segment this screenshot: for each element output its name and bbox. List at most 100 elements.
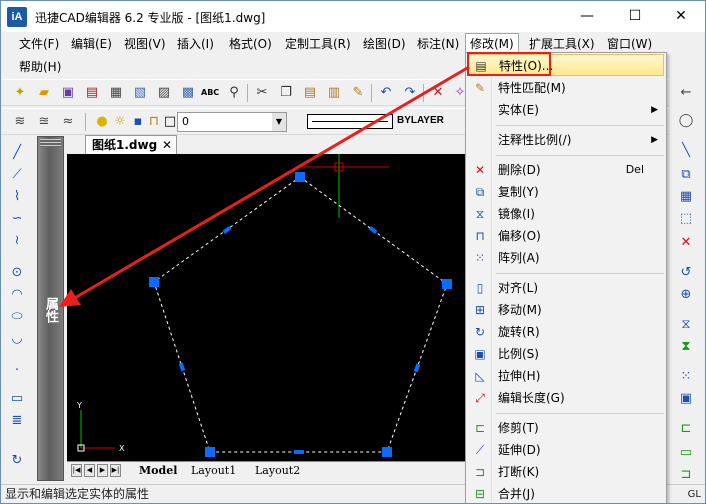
- midpoint-grip[interactable]: [222, 226, 232, 234]
- point-icon[interactable]: ·: [8, 362, 26, 380]
- menu-item-copy[interactable]: ⧉ 复制(Y): [468, 181, 664, 203]
- menu-format[interactable]: 格式(O): [225, 34, 276, 54]
- array-tool-icon[interactable]: ⁙: [677, 368, 695, 386]
- menu-modify[interactable]: 修改(M): [465, 33, 519, 53]
- break-tool-icon[interactable]: ⊐: [677, 466, 695, 484]
- menu-item-join[interactable]: ⊟ 合并(J): [468, 483, 664, 503]
- regen-icon[interactable]: ↻: [8, 452, 26, 470]
- spline-icon[interactable]: ∽: [8, 210, 26, 228]
- polyline-icon[interactable]: ⌇: [8, 188, 26, 206]
- last-tab-icon[interactable]: ▶|: [110, 464, 121, 477]
- menu-insert[interactable]: 插入(I): [173, 34, 218, 54]
- midpoint-grip[interactable]: [294, 450, 304, 454]
- redo-icon[interactable]: ↷: [401, 84, 419, 102]
- menu-item-annotative-scale[interactable]: 注释性比例(/) ▶: [468, 129, 664, 151]
- linetype-preview[interactable]: [307, 114, 393, 129]
- menu-item-rotate[interactable]: ↻ 旋转(R): [468, 321, 664, 343]
- menu-item-lengthen[interactable]: ⤢ 编辑长度(G): [468, 387, 664, 409]
- refresh-icon[interactable]: ◯: [677, 112, 695, 130]
- menu-help[interactable]: 帮助(H): [15, 57, 65, 77]
- save-icon[interactable]: ▣: [59, 84, 77, 102]
- publish-icon[interactable]: ▩: [179, 84, 197, 102]
- menu-extensions[interactable]: 扩展工具(X): [525, 34, 599, 54]
- copy-icon[interactable]: ❐: [277, 84, 295, 102]
- tab-layout1[interactable]: Layout1: [191, 463, 236, 478]
- menu-item-entity[interactable]: 实体(E) ▶: [468, 99, 664, 121]
- menu-custom-tools[interactable]: 定制工具(R): [281, 34, 355, 54]
- menu-item-delete[interactable]: ✕ 删除(D) Del: [468, 159, 664, 181]
- menu-item-align[interactable]: ▯ 对齐(L): [468, 277, 664, 299]
- menu-edit[interactable]: 编辑(E): [67, 34, 116, 54]
- cut-icon[interactable]: ✂: [253, 84, 271, 102]
- vertex-grip[interactable]: [442, 279, 452, 289]
- new-icon[interactable]: ✦: [11, 84, 29, 102]
- document-tab[interactable]: 图纸1.dwg ✕: [85, 135, 177, 154]
- extend-tool-icon[interactable]: ▭: [677, 444, 695, 462]
- arc-icon[interactable]: ◠: [8, 286, 26, 304]
- minimize-button[interactable]: —: [567, 5, 607, 27]
- vertex-grip[interactable]: [205, 447, 215, 457]
- delete-tool-icon[interactable]: ✕: [677, 234, 695, 252]
- rectangle-icon[interactable]: ▭: [8, 390, 26, 408]
- ellipse-arc-icon[interactable]: ◡: [8, 330, 26, 348]
- block-icon[interactable]: ▦: [677, 188, 695, 206]
- delete-icon[interactable]: ✕: [429, 84, 447, 102]
- menu-view[interactable]: 视图(V): [120, 34, 170, 54]
- layer-manager-icon[interactable]: ≋: [11, 113, 29, 131]
- menu-item-match-properties[interactable]: ✎ 特性匹配(M): [468, 77, 664, 99]
- menu-window[interactable]: 窗口(W): [603, 34, 656, 54]
- plot-icon[interactable]: ▨: [155, 84, 173, 102]
- chevron-down-icon[interactable]: ▼: [272, 113, 286, 131]
- circle-icon[interactable]: ⊙: [8, 264, 26, 282]
- paste-special-icon[interactable]: ▥: [325, 84, 343, 102]
- ellipse-icon[interactable]: ⬭: [8, 308, 26, 326]
- find-icon[interactable]: ⚲: [225, 84, 243, 102]
- helix-icon[interactable]: ≣: [8, 412, 26, 430]
- layer-select[interactable]: 0 ▼: [177, 112, 287, 132]
- save-as-icon[interactable]: ▤: [83, 84, 101, 102]
- menu-item-stretch[interactable]: ◺ 拉伸(H): [468, 365, 664, 387]
- rotate-tool-icon[interactable]: ↺: [677, 264, 695, 282]
- scale-tool-icon[interactable]: ▣: [677, 390, 695, 408]
- menu-item-move[interactable]: ⊞ 移动(M): [468, 299, 664, 321]
- menu-item-offset[interactable]: ⊓ 偏移(O): [468, 225, 664, 247]
- menu-item-trim[interactable]: ⊏ 修剪(T): [468, 417, 664, 439]
- midpoint-grip[interactable]: [413, 363, 421, 373]
- undo-icon[interactable]: ↶: [377, 84, 395, 102]
- vertex-grip[interactable]: [295, 172, 305, 182]
- menu-item-extend[interactable]: ⟋ 延伸(D): [468, 439, 664, 461]
- vertex-grip[interactable]: [149, 277, 159, 287]
- arrow-left-icon[interactable]: ←: [677, 84, 695, 102]
- paste-icon[interactable]: ▤: [301, 84, 319, 102]
- line-icon[interactable]: ╱: [8, 144, 26, 162]
- panel-grip[interactable]: [40, 139, 61, 147]
- vertex-grip[interactable]: [382, 447, 392, 457]
- menu-dimension[interactable]: 标注(N): [413, 34, 463, 54]
- close-button[interactable]: ✕: [661, 5, 701, 27]
- midpoint-grip[interactable]: [368, 226, 378, 234]
- next-tab-icon[interactable]: ▶: [97, 464, 108, 477]
- move-tool-icon[interactable]: ⊕: [677, 286, 695, 304]
- menu-item-break[interactable]: ⊐ 打断(K): [468, 461, 664, 483]
- freehand-icon[interactable]: ≀: [8, 232, 26, 250]
- first-tab-icon[interactable]: |◀: [71, 464, 82, 477]
- menu-item-array[interactable]: ⁙ 阵列(A): [468, 247, 664, 269]
- menu-item-scale[interactable]: ▣ 比例(S): [468, 343, 664, 365]
- close-icon[interactable]: ✕: [162, 136, 172, 154]
- properties-panel[interactable]: 属性: [37, 136, 64, 481]
- line-tool-icon[interactable]: ╲: [677, 142, 695, 160]
- stretch-icon[interactable]: ⬚: [677, 210, 695, 228]
- match-properties-icon[interactable]: ✎: [349, 84, 367, 102]
- pentagon-outline[interactable]: [153, 176, 448, 453]
- tab-model[interactable]: Model: [139, 463, 177, 478]
- menu-file[interactable]: 文件(F): [15, 34, 63, 54]
- layer-previous-icon[interactable]: ≊: [35, 113, 53, 131]
- print-preview-icon[interactable]: ▧: [131, 84, 149, 102]
- trim-tool-icon[interactable]: ⊏: [677, 420, 695, 438]
- tab-layout2[interactable]: Layout2: [255, 463, 300, 478]
- midpoint-grip[interactable]: [178, 362, 186, 372]
- mirror-copy-icon[interactable]: ⧗: [677, 338, 695, 356]
- copy-objects-icon[interactable]: ⧉: [677, 166, 695, 184]
- layer-states-icon[interactable]: ≈: [59, 113, 77, 131]
- menu-item-mirror[interactable]: ⧖ 镜像(I): [468, 203, 664, 225]
